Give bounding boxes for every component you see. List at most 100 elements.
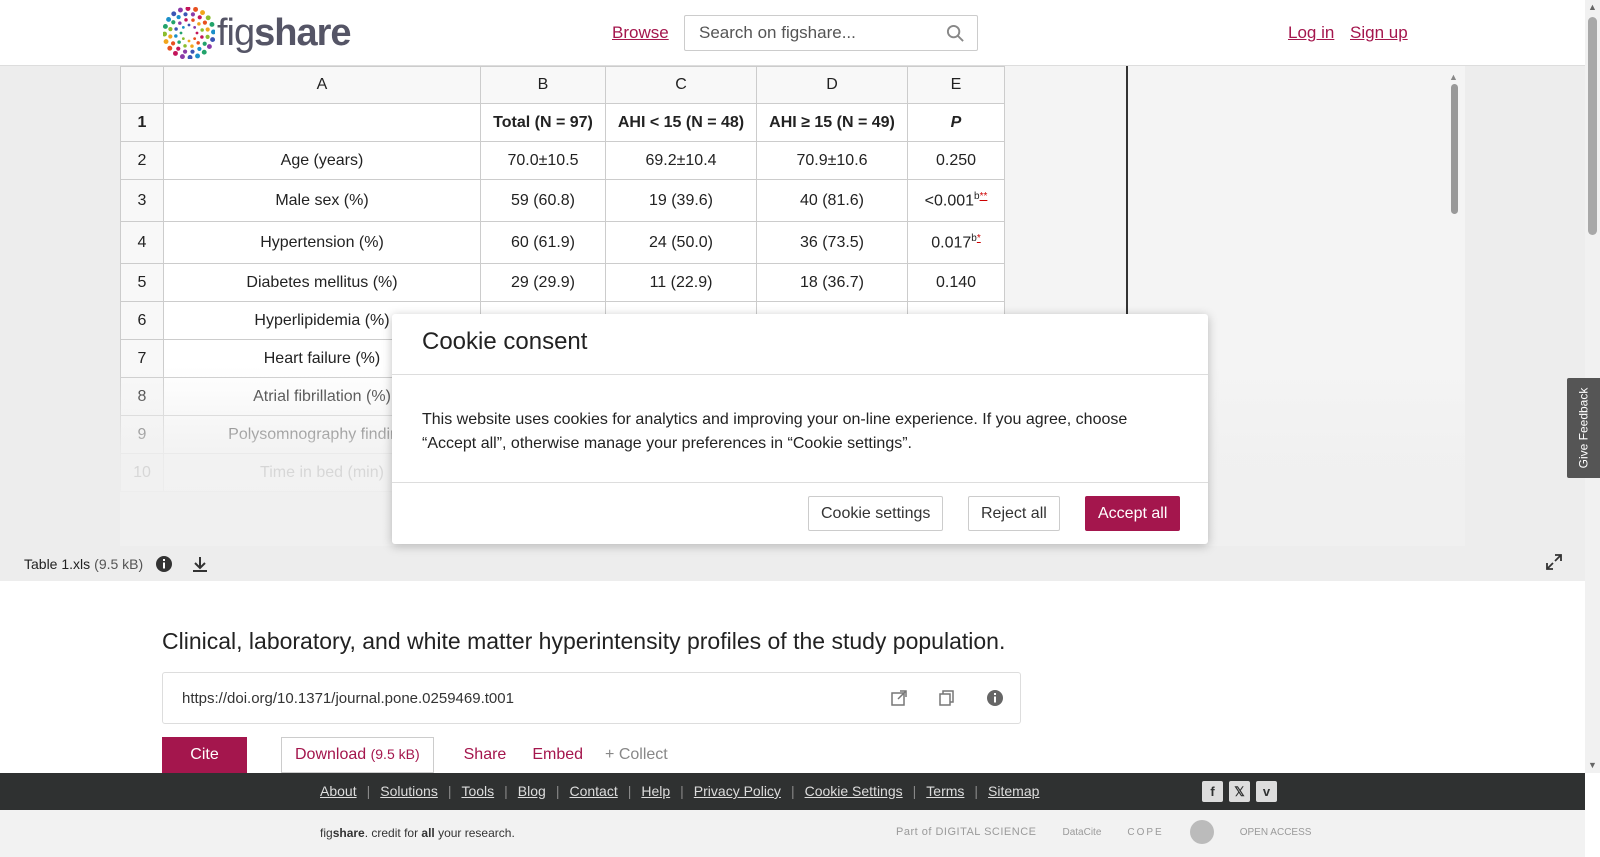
open-access-logo[interactable]: OPEN ACCESS <box>1240 827 1312 838</box>
external-link-icon[interactable] <box>890 689 908 712</box>
reject-all-button[interactable]: Reject all <box>968 496 1060 531</box>
row-number: 6 <box>120 301 164 340</box>
footer-link[interactable]: About <box>320 783 357 799</box>
facebook-icon[interactable]: f <box>1202 781 1223 802</box>
page-scroll-down-icon[interactable]: ▼ <box>1588 760 1597 770</box>
footer-separator: | <box>366 783 371 799</box>
signup-link[interactable]: Sign up <box>1350 23 1408 43</box>
preview-scrollbar[interactable]: ▲ <box>1448 72 1460 372</box>
give-feedback-tab[interactable]: Give Feedback <box>1567 378 1600 478</box>
column-header: E <box>907 66 1005 104</box>
footer-separator: | <box>447 783 452 799</box>
footer-link[interactable]: Solutions <box>380 783 438 799</box>
doi-link[interactable]: https://doi.org/10.1371/journal.pone.025… <box>182 690 514 707</box>
doi-info-icon[interactable] <box>986 689 1004 712</box>
login-link[interactable]: Log in <box>1288 23 1334 43</box>
footer-link[interactable]: Cookie Settings <box>805 783 903 799</box>
column-header: D <box>756 66 908 104</box>
footer-bottom: figshare. credit for all your research. … <box>0 810 1585 857</box>
table-row: 1 Total (N = 97) AHI < 15 (N = 48) AHI ≥ 15… <box>120 103 1005 142</box>
table-cell: <0.001b** <box>907 179 1005 222</box>
preview-scroll-thumb[interactable] <box>1451 84 1458 214</box>
footer-separator: | <box>555 783 560 799</box>
figshare-logo[interactable]: figshare <box>163 7 352 59</box>
search-icon[interactable] <box>946 24 965 43</box>
vimeo-icon[interactable]: v <box>1256 781 1277 802</box>
collect-link[interactable]: + Collect <box>605 746 668 764</box>
footer-link[interactable]: Terms <box>926 783 964 799</box>
row-number: 2 <box>120 141 164 180</box>
fullscreen-icon[interactable] <box>1546 554 1562 575</box>
footer-separator: | <box>680 783 684 799</box>
download-icon[interactable] <box>191 555 209 573</box>
table-cell: Male sex (%) <box>163 179 481 222</box>
table-cell: 0.017b* <box>907 221 1005 264</box>
item-title: Clinical, laboratory, and white matter h… <box>162 628 1006 654</box>
row-number: 3 <box>120 179 164 222</box>
table-cell: 0.250 <box>907 141 1005 180</box>
share-link[interactable]: Share <box>464 746 507 764</box>
table-row: 4 Hypertension (%) 60 (61.9) 24 (50.0) 36 (7… <box>120 221 1005 264</box>
table-row: 5 Diabetes mellitus (%) 29 (29.9) 11 (22.9)… <box>120 263 1005 302</box>
table-cell: Diabetes mellitus (%) <box>163 263 481 302</box>
corner-cell <box>120 66 164 104</box>
table-row: 3 Male sex (%) 59 (60.8) 19 (39.6) 40 (81.6)… <box>120 179 1005 222</box>
table-cell: 59 (60.8) <box>480 179 606 222</box>
embed-link[interactable]: Embed <box>532 746 583 764</box>
sheet-border <box>1126 66 1128 321</box>
file-name: Table 1.xls <box>24 556 91 572</box>
footer-separator: | <box>912 783 917 799</box>
download-button[interactable]: Download (9.5 kB) <box>281 737 434 773</box>
dialog-footer: Cookie settings Reject all Accept all <box>392 483 1208 543</box>
footer-links: About | Solutions | Tools | Blog | Contact | Help |… <box>320 783 1039 799</box>
column-header-row: A B C D E <box>120 66 1005 104</box>
footer-link[interactable]: Sitemap <box>988 783 1039 799</box>
datacite-logo[interactable]: DataCite <box>1062 827 1101 838</box>
cope-logo[interactable]: COPE <box>1127 827 1163 838</box>
footer-separator: | <box>974 783 979 799</box>
browse-link[interactable]: Browse <box>612 23 669 43</box>
search-box[interactable] <box>684 15 978 51</box>
table-cell: 60 (61.9) <box>480 221 606 264</box>
footer-link[interactable]: Help <box>641 783 670 799</box>
footer-link[interactable]: Privacy Policy <box>694 783 781 799</box>
download-size: (9.5 kB) <box>370 746 420 762</box>
cookie-settings-button[interactable]: Cookie settings <box>808 496 944 531</box>
table-cell: Total (N = 97) <box>480 103 606 142</box>
accept-all-button[interactable]: Accept all <box>1085 496 1181 531</box>
table-row: 2 Age (years) 70.0±10.5 69.2±10.4 70.9±10.6 0… <box>120 141 1005 180</box>
footnote-marker: b* <box>971 232 981 244</box>
footer-link[interactable]: Tools <box>461 783 494 799</box>
row-number: 5 <box>120 263 164 302</box>
page-scroll-thumb[interactable] <box>1588 17 1597 235</box>
footer-separator: | <box>627 783 632 799</box>
download-label: Download <box>295 746 367 763</box>
column-header: C <box>605 66 757 104</box>
row-number: 9 <box>120 415 164 454</box>
cite-button[interactable]: Cite <box>162 737 247 773</box>
footer-link[interactable]: Blog <box>518 783 546 799</box>
column-header: B <box>480 66 606 104</box>
footer-link[interactable]: Contact <box>569 783 617 799</box>
page-scroll-up-icon[interactable]: ▲ <box>1588 2 1597 12</box>
search-input[interactable] <box>685 16 935 50</box>
info-icon[interactable] <box>155 555 173 573</box>
table-cell: 70.9±10.6 <box>756 141 908 180</box>
row-number: 10 <box>120 453 164 492</box>
x-icon[interactable]: 𝕏 <box>1229 781 1250 802</box>
logo-text: figshare <box>217 11 352 54</box>
scroll-up-icon[interactable]: ▲ <box>1449 72 1458 82</box>
badge-icon[interactable] <box>1189 820 1214 844</box>
footer-separator: | <box>504 783 508 799</box>
table-cell <box>163 103 481 142</box>
table-cell: Hypertension (%) <box>163 221 481 264</box>
footer-nav: About | Solutions | Tools | Blog | Contact | Help |… <box>0 773 1585 810</box>
row-number: 4 <box>120 221 164 264</box>
digital-science-logo[interactable]: Part of DIGITAL SCIENCE <box>896 826 1036 838</box>
table-cell: AHI ≥ 15 (N = 49) <box>756 103 908 142</box>
table-cell: 40 (81.6) <box>756 179 908 222</box>
table-cell: 18 (36.7) <box>756 263 908 302</box>
copy-icon[interactable] <box>938 689 956 712</box>
item-actions: Cite Download (9.5 kB) Share Embed + Col… <box>162 737 668 773</box>
dialog-body: This website uses cookies for analytics … <box>392 375 1208 483</box>
